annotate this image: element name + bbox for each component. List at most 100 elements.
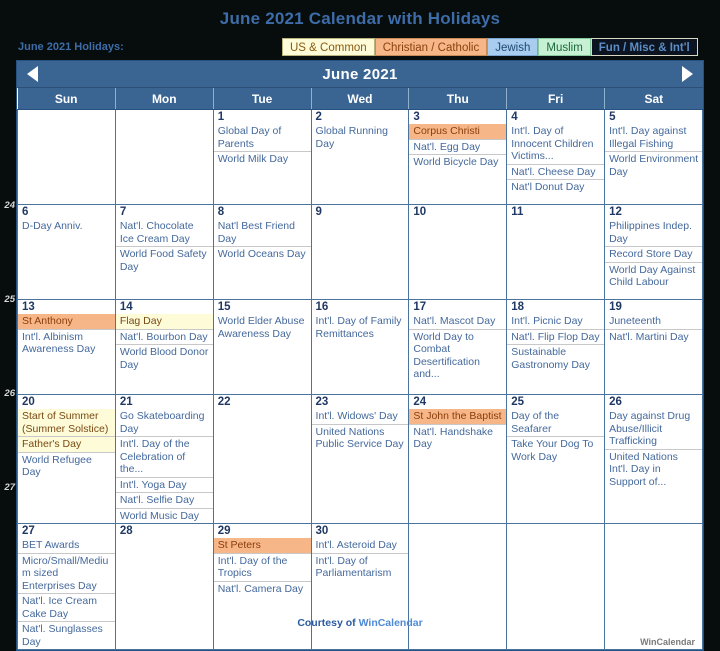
event-item[interactable]: D-Day Anniv. bbox=[18, 219, 114, 234]
calendar-day-cell[interactable]: 25 Day of the Seafarer Take Your Dog To Wo… bbox=[506, 394, 606, 524]
footer-brand[interactable]: WinCalendar bbox=[359, 617, 423, 629]
weekday-header-sat: Sat bbox=[604, 88, 703, 110]
event-item[interactable]: Flag Day bbox=[116, 314, 213, 330]
event-item[interactable]: Int'l. Widows' Day bbox=[312, 409, 408, 425]
calendar-day-cell[interactable]: 24 St John the Baptist Nat'l. Handshake Da… bbox=[408, 394, 508, 524]
event-item[interactable]: World Oceans Day bbox=[214, 247, 310, 262]
event-item[interactable]: Int'l. Yoga Day bbox=[116, 478, 213, 493]
week-number: 24 bbox=[4, 200, 15, 211]
event-item[interactable]: Nat'l. Flip Flop Day bbox=[507, 330, 604, 345]
event-item[interactable]: Int'l. Day of Family Remittances bbox=[312, 314, 408, 341]
legend-chip-jewish[interactable]: Jewish bbox=[487, 38, 539, 56]
event-item[interactable]: Int'l. Albinism Awareness Day bbox=[18, 330, 114, 357]
calendar-day-cell[interactable]: 22 bbox=[212, 394, 312, 524]
calendar-day-cell[interactable]: 13 St Anthony Int'l. Albinism Awareness Da… bbox=[17, 299, 116, 395]
event-item[interactable]: Int'l. Picnic Day bbox=[507, 314, 604, 330]
event-list: Day against Drug Abuse/Illicit Trafficki… bbox=[605, 409, 702, 489]
legend-chip-muslim[interactable]: Muslim bbox=[538, 38, 591, 56]
event-item[interactable]: Int'l. Day against Illegal Fishing bbox=[605, 124, 702, 152]
event-item[interactable]: Go Skateboarding Day bbox=[116, 409, 213, 437]
calendar-day-cell[interactable]: 12 Philippines Indep. Day Record Store Day… bbox=[604, 204, 703, 300]
prev-month-arrow-icon[interactable] bbox=[27, 66, 38, 82]
calendar-day-cell[interactable]: 2 Global Running Day bbox=[310, 109, 410, 205]
event-item[interactable]: Int'l. Day of the Celebration of the... bbox=[116, 437, 213, 478]
event-item[interactable]: World Bicycle Day bbox=[410, 155, 506, 170]
calendar-day-cell[interactable]: 19 Juneteenth Nat'l. Martini Day bbox=[604, 299, 703, 395]
event-item[interactable]: Global Running Day bbox=[312, 124, 408, 151]
calendar-day-cell[interactable]: 8 Nat'l Best Friend Day World Oceans Day bbox=[212, 204, 312, 300]
calendar-day-cell[interactable]: 26 Day against Drug Abuse/Illicit Traffic… bbox=[604, 394, 703, 524]
calendar-day-cell[interactable]: 9 bbox=[310, 204, 410, 300]
event-item[interactable]: Start of Summer (Summer Solstice) bbox=[18, 409, 115, 437]
event-item[interactable]: World Environment Day bbox=[606, 152, 702, 179]
next-month-arrow-icon[interactable] bbox=[682, 66, 693, 82]
calendar-day-cell[interactable]: 5 Int'l. Day against Illegal Fishing World… bbox=[604, 109, 703, 205]
event-item[interactable]: Nat'l Best Friend Day bbox=[214, 219, 311, 247]
calendar-day-cell[interactable]: 1 Global Day of Parents World Milk Day bbox=[212, 109, 312, 205]
calendar-day-cell[interactable]: 27 BET Awards Micro/Small/Medium sized Ent… bbox=[17, 523, 116, 650]
event-item[interactable]: Nat'l. Camera Day bbox=[214, 582, 310, 597]
calendar-day-cell[interactable]: 30 Int'l. Asteroid Day Int'l. Day of Parli… bbox=[310, 523, 410, 650]
event-item[interactable]: Day of the Seafarer bbox=[507, 409, 604, 437]
calendar-day-cell[interactable]: 23 Int'l. Widows' Day United Nations Publi… bbox=[310, 394, 410, 524]
event-item[interactable]: United Nations Int'l. Day in Support of.… bbox=[606, 450, 702, 490]
calendar-day-cell[interactable]: 10 bbox=[408, 204, 508, 300]
event-item[interactable]: Nat'l. Cheese Day bbox=[507, 165, 604, 180]
event-item[interactable]: World Elder Abuse Awareness Day bbox=[214, 314, 310, 341]
event-item[interactable]: Juneteenth bbox=[605, 314, 702, 330]
calendar-day-cell[interactable]: 3 Corpus Christi Nat'l. Egg Day World Bicyc… bbox=[408, 109, 508, 205]
event-item[interactable]: World Music Day bbox=[116, 509, 212, 523]
event-item[interactable]: Nat'l. Mascot Day bbox=[409, 314, 506, 330]
calendar-day-cell[interactable]: 21 Go Skateboarding Day Int'l. Day of the … bbox=[114, 394, 214, 524]
event-item[interactable]: World Day to Combat Desertification and.… bbox=[410, 330, 506, 382]
event-item[interactable]: World Refugee Day bbox=[18, 453, 114, 480]
event-item[interactable]: Father's Day bbox=[18, 437, 115, 453]
event-item[interactable]: Nat'l Donut Day bbox=[508, 180, 604, 195]
event-item[interactable]: Day against Drug Abuse/Illicit Trafficki… bbox=[605, 409, 702, 450]
event-item[interactable]: Nat'l. Bourbon Day bbox=[116, 330, 213, 345]
calendar-day-cell[interactable]: 15 World Elder Abuse Awareness Day bbox=[212, 299, 312, 395]
calendar-day-cell[interactable]: 6 D-Day Anniv. bbox=[17, 204, 116, 300]
event-item[interactable]: World Milk Day bbox=[214, 152, 310, 167]
footer: Courtesy of WinCalendar bbox=[0, 617, 720, 629]
event-item[interactable]: Nat'l. Chocolate Ice Cream Day bbox=[116, 219, 213, 247]
event-item[interactable]: Philippines Indep. Day bbox=[605, 219, 702, 247]
calendar-day-cell[interactable]: 17 Nat'l. Mascot Day World Day to Combat D… bbox=[408, 299, 508, 395]
event-item[interactable]: World Blood Donor Day bbox=[116, 345, 212, 372]
event-item[interactable]: St Anthony bbox=[18, 314, 115, 330]
event-list: Global Running Day bbox=[312, 124, 408, 151]
event-item[interactable]: St Peters bbox=[214, 538, 311, 554]
calendar-day-cell[interactable]: 11 bbox=[506, 204, 606, 300]
event-item[interactable]: Record Store Day bbox=[605, 247, 702, 263]
event-item[interactable]: Int'l. Day of Innocent Children Victims.… bbox=[507, 124, 604, 165]
calendar-day-cell[interactable]: 16 Int'l. Day of Family Remittances bbox=[310, 299, 410, 395]
event-item[interactable]: Int'l. Day of Parliamentarism bbox=[312, 554, 408, 581]
event-item[interactable]: Micro/Small/Medium sized Enterprises Day bbox=[18, 554, 115, 594]
event-item[interactable]: Global Day of Parents bbox=[214, 124, 311, 152]
event-item[interactable]: World Food Safety Day bbox=[116, 247, 212, 274]
calendar-day-cell[interactable]: 28 bbox=[114, 523, 214, 650]
event-item[interactable]: Nat'l. Martini Day bbox=[606, 330, 702, 345]
event-item[interactable]: Nat'l. Handshake Day bbox=[410, 425, 506, 452]
calendar-day-cell[interactable]: 18 Int'l. Picnic Day Nat'l. Flip Flop Day S… bbox=[506, 299, 606, 395]
event-item[interactable]: Int'l. Day of the Tropics bbox=[214, 554, 311, 582]
calendar-day-cell[interactable]: 14 Flag Day Nat'l. Bourbon Day World Blood … bbox=[114, 299, 214, 395]
event-item[interactable]: World Day Against Child Labour bbox=[606, 263, 702, 290]
event-item[interactable]: BET Awards bbox=[18, 538, 115, 554]
event-item[interactable]: Nat'l. Egg Day bbox=[409, 140, 506, 155]
event-item[interactable]: United Nations Public Service Day bbox=[312, 425, 408, 452]
calendar-day-cell[interactable]: 4 Int'l. Day of Innocent Children Victims… bbox=[506, 109, 606, 205]
event-item[interactable]: Sustainable Gastronomy Day bbox=[508, 345, 604, 372]
legend-chip-fun[interactable]: Fun / Misc & Int'l bbox=[590, 38, 698, 56]
calendar-day-cell[interactable]: 29 St Peters Int'l. Day of the Tropics Nat'… bbox=[212, 523, 312, 650]
event-item[interactable]: Nat'l. Selfie Day bbox=[116, 493, 213, 509]
legend-chip-christian[interactable]: Christian / Catholic bbox=[374, 38, 488, 56]
calendar-day-cell[interactable]: 20 Start of Summer (Summer Solstice) Fathe… bbox=[17, 394, 116, 524]
event-item[interactable]: Int'l. Asteroid Day bbox=[312, 538, 408, 554]
calendar-day-cell[interactable]: 7 Nat'l. Chocolate Ice Cream Day World Foo… bbox=[114, 204, 214, 300]
event-item[interactable]: Corpus Christi bbox=[409, 124, 506, 140]
event-item[interactable]: Take Your Dog To Work Day bbox=[508, 437, 604, 464]
event-list: St John the Baptist Nat'l. Handshake Day bbox=[409, 409, 506, 452]
event-item[interactable]: St John the Baptist bbox=[409, 409, 506, 425]
legend-chip-us[interactable]: US & Common bbox=[282, 38, 375, 56]
